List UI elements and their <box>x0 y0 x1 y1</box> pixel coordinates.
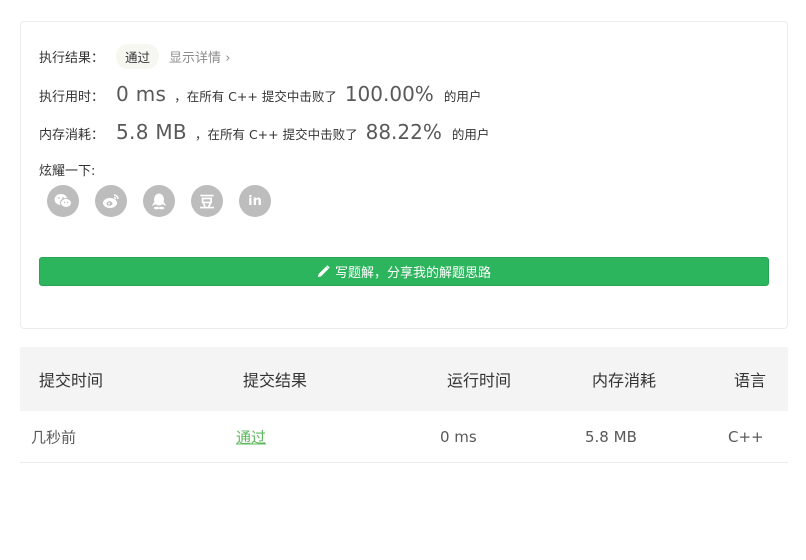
status-badge: 通过 <box>116 44 160 69</box>
qq-icon[interactable] <box>143 185 175 217</box>
write-solution-label: 写题解，分享我的解题思路 <box>334 266 491 281</box>
table-header: 提交时间 提交结果 运行时间 内存消耗 语言 <box>20 347 788 411</box>
header-submit-time: 提交时间 <box>39 371 104 390</box>
header-memory: 内存消耗 <box>592 371 657 390</box>
submission-table: 提交时间 提交结果 运行时间 内存消耗 语言 几秒前 通过 0 ms 5.8 M… <box>20 347 788 463</box>
linkedin-icon[interactable]: in <box>239 185 271 217</box>
memory-label: 内存消耗： <box>39 128 105 143</box>
submission-result-card: 执行结果： 通过 显示详情 › 执行用时： 0 ms ，在所有 C++ 提交中击… <box>20 21 788 329</box>
show-details-label: 显示详情 <box>169 51 222 66</box>
runtime-label: 执行用时： <box>39 90 105 105</box>
wechat-icon[interactable] <box>47 185 79 217</box>
cell-result-link[interactable]: 通过 <box>236 426 266 447</box>
runtime-percent: 100.00% <box>344 82 434 106</box>
runtime-row: 执行用时： 0 ms ，在所有 C++ 提交中击败了 100.00% 的用户 <box>39 82 481 106</box>
share-icons: 豆 in <box>47 185 271 217</box>
cell-runtime: 0 ms <box>440 427 477 446</box>
memory-value: 5.8 MB <box>116 120 187 144</box>
cell-memory: 5.8 MB <box>585 427 637 446</box>
write-solution-button[interactable]: 写题解，分享我的解题思路 <box>39 257 769 286</box>
result-row: 执行结果： 通过 显示详情 › <box>39 44 230 69</box>
memory-row: 内存消耗： 5.8 MB ，在所有 C++ 提交中击败了 88.22% 的用户 <box>39 120 489 144</box>
header-submit-result: 提交结果 <box>243 371 308 390</box>
header-language: 语言 <box>734 371 767 390</box>
runtime-value: 0 ms <box>116 82 167 106</box>
cell-time: 几秒前 <box>31 428 77 446</box>
douban-icon[interactable]: 豆 <box>191 185 223 217</box>
memory-suffix: 的用户 <box>451 127 490 142</box>
pencil-icon <box>317 265 330 278</box>
result-label: 执行结果： <box>39 51 105 66</box>
memory-percent: 88.22% <box>365 120 442 144</box>
runtime-beat-text: ，在所有 C++ 提交中击败了 <box>174 89 337 104</box>
header-runtime: 运行时间 <box>447 371 512 390</box>
share-row: 炫耀一下: <box>39 160 95 179</box>
show-details-link[interactable]: 显示详情 › <box>169 47 230 66</box>
share-label: 炫耀一下: <box>39 164 96 179</box>
weibo-icon[interactable] <box>95 185 127 217</box>
cell-language: C++ <box>728 427 764 446</box>
chevron-right-icon: › <box>225 51 231 66</box>
memory-beat-text: ，在所有 C++ 提交中击败了 <box>194 127 358 142</box>
runtime-suffix: 的用户 <box>443 89 482 104</box>
table-row[interactable]: 几秒前 通过 0 ms 5.8 MB C++ <box>20 411 788 463</box>
